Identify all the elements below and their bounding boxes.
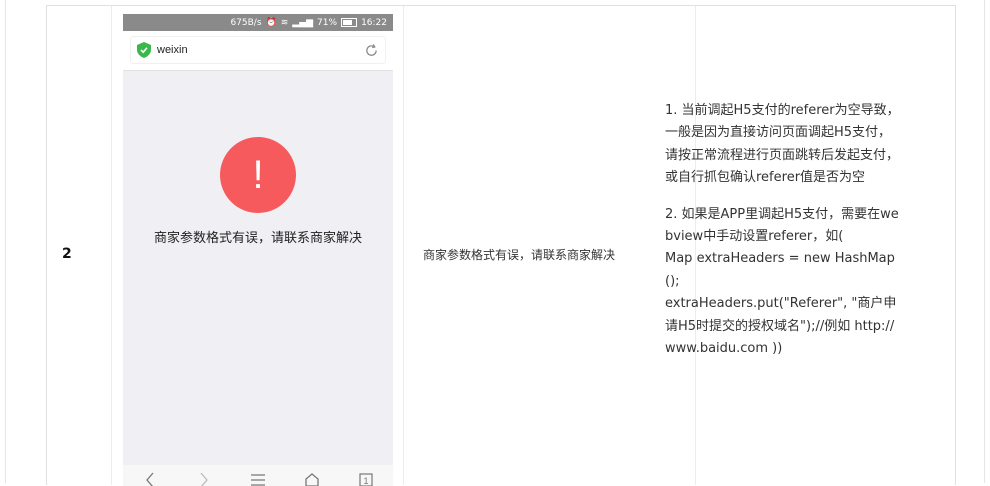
tab-count: 1 — [363, 476, 368, 486]
shield-icon — [137, 42, 151, 58]
browser-address-bar: weixin — [123, 31, 393, 71]
tabs-icon[interactable]: 1 — [356, 470, 376, 486]
forward-icon[interactable] — [194, 470, 214, 486]
status-bar: 675B/s ⏰ ≋ ▂▄▆ 71% 16:22 — [123, 14, 393, 31]
phone-screenshot: 675B/s ⏰ ≋ ▂▄▆ 71% 16:22 weixin ! 商家参数格式… — [123, 14, 393, 486]
alert-message: 商家参数格式有误，请联系商家解决 — [153, 231, 362, 246]
network-speed: 675B/s — [230, 17, 262, 28]
page-frame-right — [984, 0, 985, 483]
solution-line: extraHeaders.put("Referer", "商户申请H5时提交的授… — [665, 296, 897, 357]
menu-icon[interactable] — [248, 470, 268, 486]
url-text: weixin — [157, 44, 188, 56]
back-icon[interactable] — [140, 470, 160, 486]
solution-cell: 1. 当前调起H5支付的referer为空导致，一般是因为直接访问页面调起H5支… — [665, 100, 900, 360]
error-message-cell: 商家参数格式有误，请联系商家解决 — [423, 248, 616, 262]
battery-percent: 71% — [317, 17, 338, 28]
error-alert-icon: ! — [220, 137, 296, 213]
home-icon[interactable] — [302, 470, 322, 486]
signal-icon: ▂▄▆ — [292, 17, 314, 28]
clock: 16:22 — [361, 17, 387, 28]
solution-paragraph-2: 2. 如果是APP里调起H5支付，需要在webview中手动设置referer，… — [665, 204, 900, 361]
wifi-icon: ≋ — [280, 17, 289, 28]
solution-line: Map extraHeaders = new HashMap(); — [665, 251, 895, 289]
column-divider — [111, 6, 112, 485]
refresh-icon[interactable] — [364, 43, 379, 58]
battery-icon — [341, 18, 358, 27]
column-divider — [403, 6, 404, 485]
solution-paragraph-1: 1. 当前调起H5支付的referer为空导致，一般是因为直接访问页面调起H5支… — [665, 103, 900, 186]
page-frame-left — [5, 0, 6, 483]
row-number: 2 — [62, 246, 72, 262]
alarm-icon: ⏰ — [265, 17, 277, 28]
url-field[interactable]: weixin — [130, 36, 386, 64]
solution-line: 2. 如果是APP里调起H5支付，需要在webview中手动设置referer，… — [665, 206, 899, 245]
